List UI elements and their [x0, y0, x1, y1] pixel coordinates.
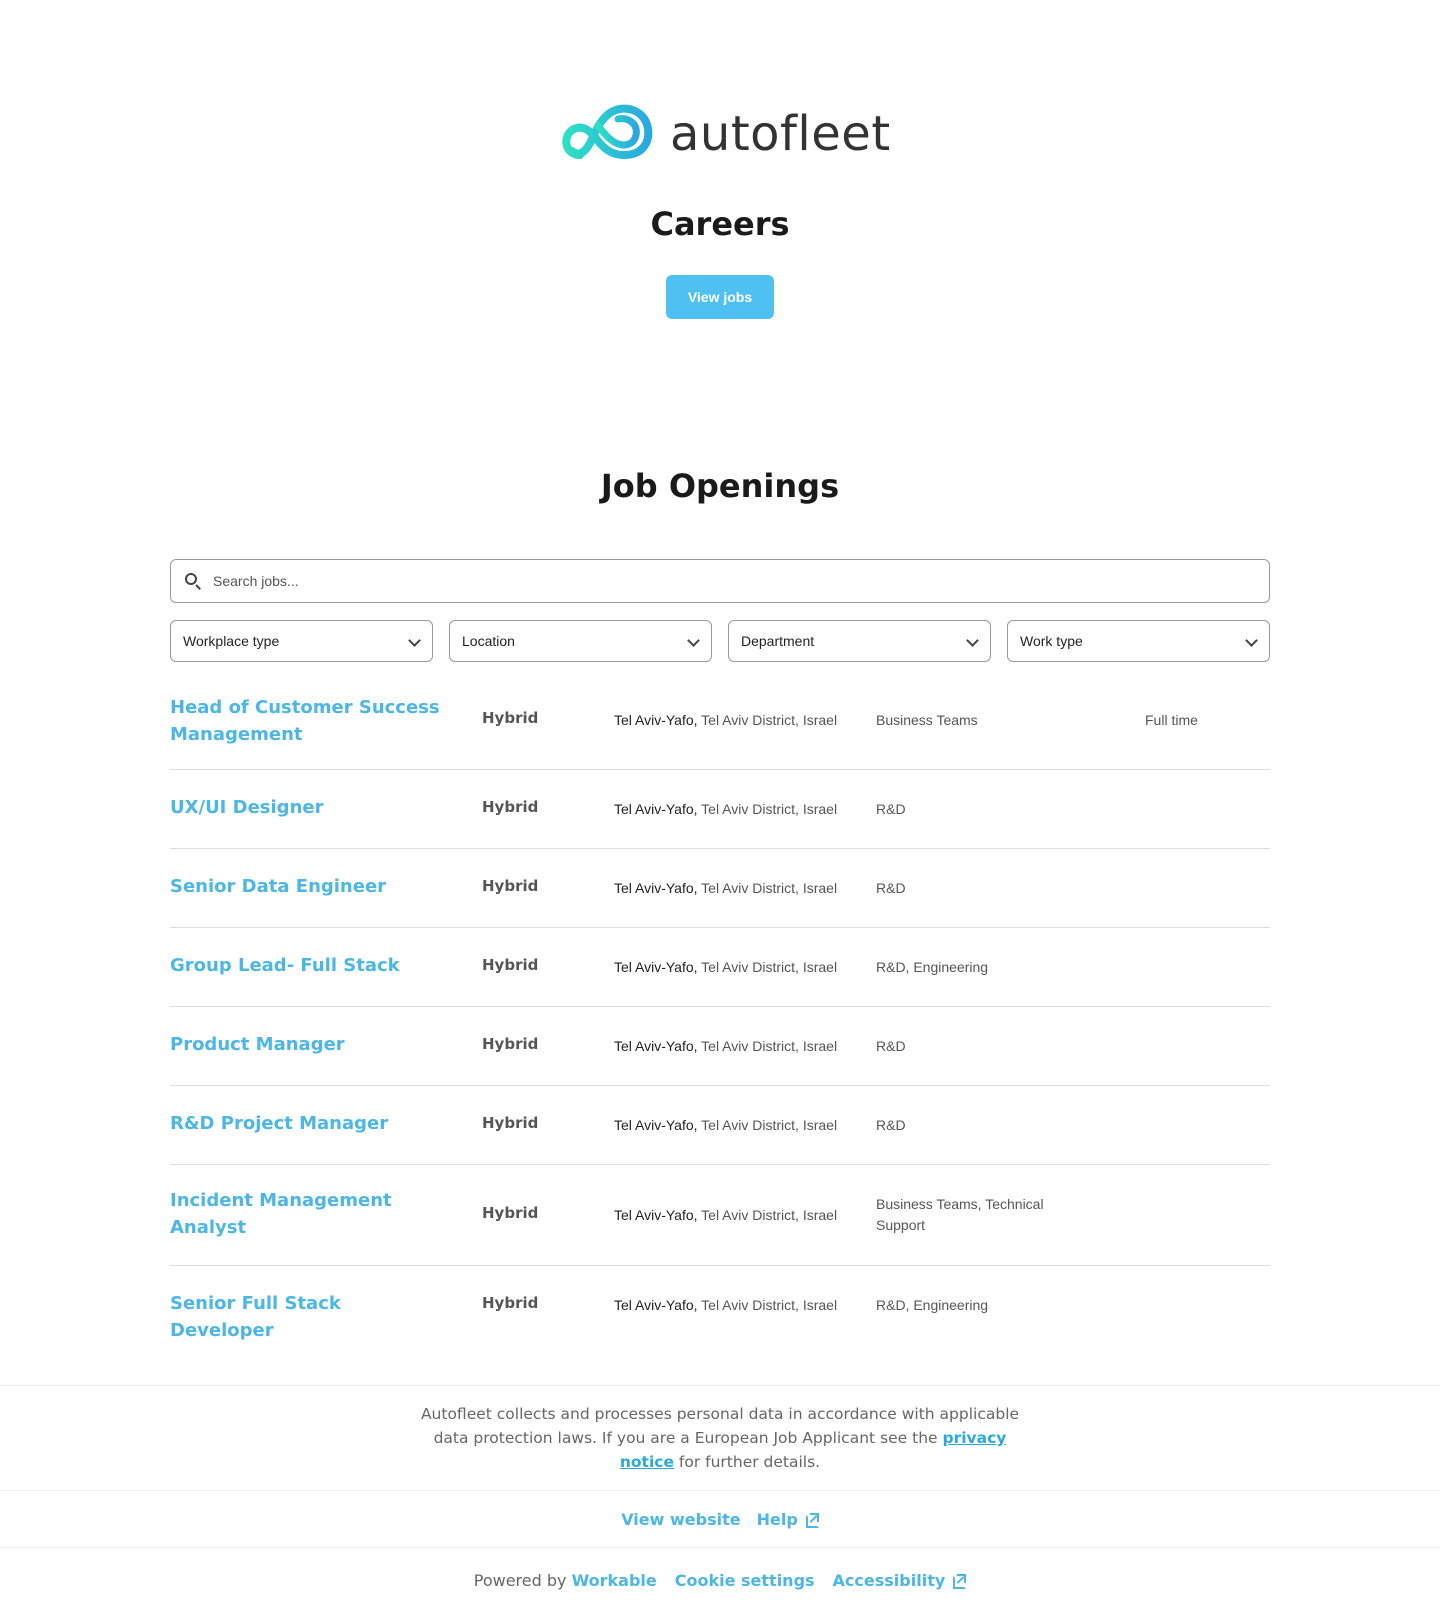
search-input[interactable]	[213, 561, 1269, 601]
chevron-down-icon	[966, 635, 978, 647]
filter-label: Workplace type	[183, 633, 280, 649]
job-workplace: Hybrid	[482, 1035, 539, 1053]
job-city: Tel Aviv-Yafo,	[614, 1117, 698, 1133]
job-openings-heading: Job Openings	[600, 467, 840, 505]
job-row: Product Manager Hybrid Tel Aviv-Yafo, Te…	[170, 1007, 1270, 1086]
cookie-settings-label: Cookie settings	[674, 1570, 815, 1590]
page-title: Careers	[650, 205, 790, 243]
accessibility-link[interactable]: Accessibility	[833, 1571, 967, 1590]
chevron-down-icon	[687, 635, 699, 647]
job-workplace: Hybrid	[482, 1294, 539, 1312]
privacy-text-after: for further details.	[673, 1453, 821, 1471]
job-city: Tel Aviv-Yafo,	[614, 1297, 698, 1313]
job-row: Group Lead- Full Stack Hybrid Tel Aviv-Y…	[170, 928, 1270, 1007]
job-work-type: Full time	[1145, 712, 1198, 728]
chevron-down-icon	[408, 635, 420, 647]
job-search-box	[170, 559, 1270, 603]
search-icon	[184, 572, 202, 590]
job-workplace: Hybrid	[482, 709, 539, 727]
job-row: Senior Data Engineer Hybrid Tel Aviv-Yaf…	[170, 849, 1270, 928]
job-location: Tel Aviv-Yafo, Tel Aviv District, Israel	[614, 1207, 837, 1223]
privacy-text-before: Autofleet collects and processes persona…	[420, 1405, 1020, 1447]
filter-work-type[interactable]: Work type	[1007, 620, 1270, 662]
privacy-text: Autofleet collects and processes persona…	[420, 1402, 1020, 1474]
job-row: UX/UI Designer Hybrid Tel Aviv-Yafo, Tel…	[170, 770, 1270, 849]
job-department: Business Teams, Technical Support	[876, 1196, 1044, 1233]
job-workplace: Hybrid	[482, 1114, 539, 1132]
footer-links: View website Help	[0, 1490, 1440, 1548]
external-link-icon	[805, 1512, 819, 1528]
job-city: Tel Aviv-Yafo,	[614, 1207, 698, 1223]
job-department: R&D	[876, 1038, 906, 1054]
accessibility-label: Accessibility	[832, 1570, 946, 1590]
help-link[interactable]: Help	[757, 1510, 819, 1529]
job-city: Tel Aviv-Yafo,	[614, 801, 698, 817]
job-city: Tel Aviv-Yafo,	[614, 1038, 698, 1054]
view-website-link[interactable]: View website	[621, 1510, 740, 1529]
filters-bar: Workplace type Location Department Work …	[170, 620, 1270, 662]
filter-label: Department	[741, 633, 815, 649]
job-city: Tel Aviv-Yafo,	[614, 959, 698, 975]
job-row: Incident Management Analyst Hybrid Tel A…	[170, 1165, 1270, 1266]
job-title-link[interactable]: Senior Full Stack Developer	[170, 1290, 440, 1344]
job-department: R&D, Engineering	[876, 1297, 989, 1313]
job-region: Tel Aviv District, Israel	[697, 1207, 838, 1223]
job-location: Tel Aviv-Yafo, Tel Aviv District, Israel	[614, 712, 837, 728]
job-list: Head of Customer Success Management Hybr…	[170, 680, 1270, 1346]
job-workplace: Hybrid	[482, 1204, 539, 1222]
job-location: Tel Aviv-Yafo, Tel Aviv District, Israel	[614, 959, 837, 975]
filter-label: Location	[462, 633, 515, 649]
chevron-down-icon	[1245, 635, 1257, 647]
job-department: R&D	[876, 1117, 906, 1133]
job-region: Tel Aviv District, Israel	[697, 880, 838, 896]
job-title-link[interactable]: Group Lead- Full Stack	[170, 952, 440, 979]
job-region: Tel Aviv District, Israel	[697, 801, 838, 817]
job-region: Tel Aviv District, Israel	[697, 1117, 838, 1133]
powered-footer: Powered by Workable Cookie settings Acce…	[0, 1555, 1440, 1605]
powered-by-prefix: Powered by	[473, 1570, 572, 1590]
job-city: Tel Aviv-Yafo,	[614, 880, 698, 896]
job-location: Tel Aviv-Yafo, Tel Aviv District, Israel	[614, 801, 837, 817]
job-title-link[interactable]: UX/UI Designer	[170, 794, 440, 821]
job-row: Head of Customer Success Management Hybr…	[170, 680, 1270, 770]
filter-department[interactable]: Department	[728, 620, 991, 662]
view-website-label: View website	[621, 1509, 741, 1529]
job-region: Tel Aviv District, Israel	[697, 712, 838, 728]
logo-wordmark: autofleet	[670, 106, 891, 162]
autofleet-logo-icon	[562, 104, 653, 160]
job-workplace: Hybrid	[482, 956, 539, 974]
job-region: Tel Aviv District, Israel	[697, 1297, 838, 1313]
filter-location[interactable]: Location	[449, 620, 712, 662]
job-department: Business Teams	[876, 712, 978, 728]
job-title-link[interactable]: Incident Management Analyst	[170, 1187, 440, 1241]
job-location: Tel Aviv-Yafo, Tel Aviv District, Israel	[614, 1117, 837, 1133]
job-city: Tel Aviv-Yafo,	[614, 712, 698, 728]
job-department: R&D	[876, 801, 906, 817]
job-row: Senior Full Stack Developer Hybrid Tel A…	[170, 1266, 1270, 1346]
job-title-link[interactable]: Senior Data Engineer	[170, 873, 440, 900]
job-title-link[interactable]: Head of Customer Success Management	[170, 694, 440, 748]
external-link-icon	[953, 1573, 967, 1589]
powered-by: Powered by Workable	[474, 1571, 657, 1590]
job-location: Tel Aviv-Yafo, Tel Aviv District, Israel	[614, 880, 837, 896]
privacy-notice: Autofleet collects and processes persona…	[0, 1385, 1440, 1490]
help-label: Help	[756, 1509, 798, 1529]
job-location: Tel Aviv-Yafo, Tel Aviv District, Israel	[614, 1297, 837, 1313]
filter-workplace-type[interactable]: Workplace type	[170, 620, 433, 662]
job-workplace: Hybrid	[482, 877, 539, 895]
job-region: Tel Aviv District, Israel	[697, 1038, 838, 1054]
job-workplace: Hybrid	[482, 798, 539, 816]
job-department: R&D	[876, 880, 906, 896]
job-title-link[interactable]: Product Manager	[170, 1031, 440, 1058]
job-department: R&D, Engineering	[876, 959, 989, 975]
view-jobs-button[interactable]: View jobs	[666, 275, 774, 319]
filter-label: Work type	[1020, 633, 1083, 649]
workable-link[interactable]: Workable	[572, 1571, 657, 1590]
job-title-link[interactable]: R&D Project Manager	[170, 1110, 440, 1137]
autofleet-logo[interactable]: autofleet	[558, 100, 891, 168]
cookie-settings-link[interactable]: Cookie settings	[675, 1571, 815, 1590]
job-row: R&D Project Manager Hybrid Tel Aviv-Yafo…	[170, 1086, 1270, 1165]
job-location: Tel Aviv-Yafo, Tel Aviv District, Israel	[614, 1038, 837, 1054]
job-region: Tel Aviv District, Israel	[697, 959, 838, 975]
